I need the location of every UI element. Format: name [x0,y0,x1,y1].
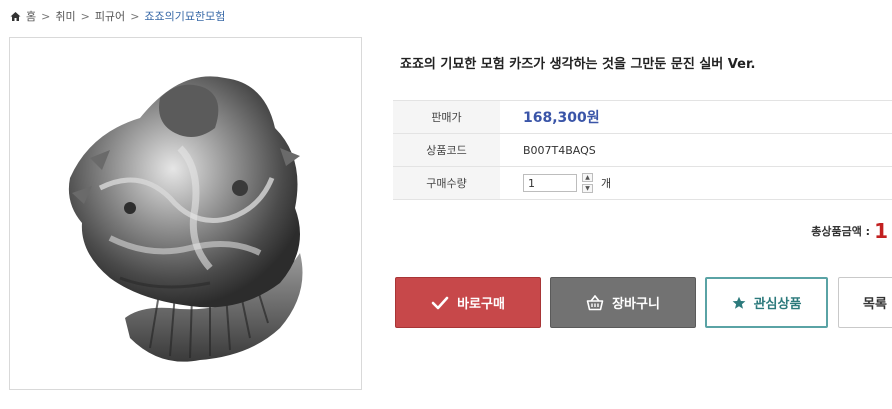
home-icon[interactable] [10,11,21,22]
buy-now-label: 바로구매 [457,297,505,312]
quantity-spinner: ▲ ▼ [582,173,593,193]
code-row: 상품코드 B007T4BAQS [393,133,892,167]
breadcrumb-home[interactable]: 홈 [26,8,36,24]
buy-now-button[interactable]: 바로구매 [395,277,541,328]
add-to-cart-label: 장바구니 [612,297,660,312]
basket-icon [586,294,604,310]
total-value: 1 [874,219,888,243]
breadcrumb-separator: > [80,9,90,23]
price-row: 판매가 168,300원 [393,100,892,134]
product-figure-illustration [68,76,303,362]
price-value: 168,300원 [523,110,600,126]
product-image[interactable] [9,37,362,390]
quantity-input[interactable] [523,174,577,192]
breadcrumb-separator: > [130,9,140,23]
quantity-label: 구매수량 [393,166,500,200]
breadcrumb: 홈 > 취미 > 피규어 > 죠죠의기묘한모험 [10,8,225,24]
list-label: 목록 [863,297,887,312]
breadcrumb-current[interactable]: 죠죠의기묘한모험 [144,8,225,24]
quantity-unit: 개 [601,177,612,190]
check-icon [431,296,449,309]
quantity-stepper: ▲ ▼ 개 [523,173,892,193]
wishlist-label: 관심상품 [753,297,802,312]
total-label: 총상품금액 : [811,225,871,238]
wishlist-button[interactable]: 관심상품 [705,277,828,328]
code-value: B007T4BAQS [500,133,892,167]
breadcrumb-hobby[interactable]: 취미 [55,8,75,24]
total-price: 총상품금액 : 1 [811,219,888,243]
quantity-cell: ▲ ▼ 개 [500,166,892,200]
decrease-arrow-icon[interactable]: ▼ [582,184,593,193]
add-to-cart-button[interactable]: 장바구니 [550,277,696,328]
product-title: 죠죠의 기묘한 모험 카즈가 생각하는 것을 그만둔 문진 실버 Ver. [400,57,756,72]
breadcrumb-figure[interactable]: 피규어 [95,8,125,24]
star-icon [732,296,745,309]
increase-arrow-icon[interactable]: ▲ [582,173,593,182]
price-label: 판매가 [393,100,500,134]
quantity-row: 구매수량 ▲ ▼ 개 [393,166,892,200]
list-button[interactable]: 목록 [838,277,892,328]
price-cell: 168,300원 [500,100,892,134]
breadcrumb-separator: > [41,9,51,23]
product-info-table: 판매가 168,300원 상품코드 B007T4BAQS 구매수량 ▲ ▼ 개 [393,100,892,200]
code-label: 상품코드 [393,133,500,167]
